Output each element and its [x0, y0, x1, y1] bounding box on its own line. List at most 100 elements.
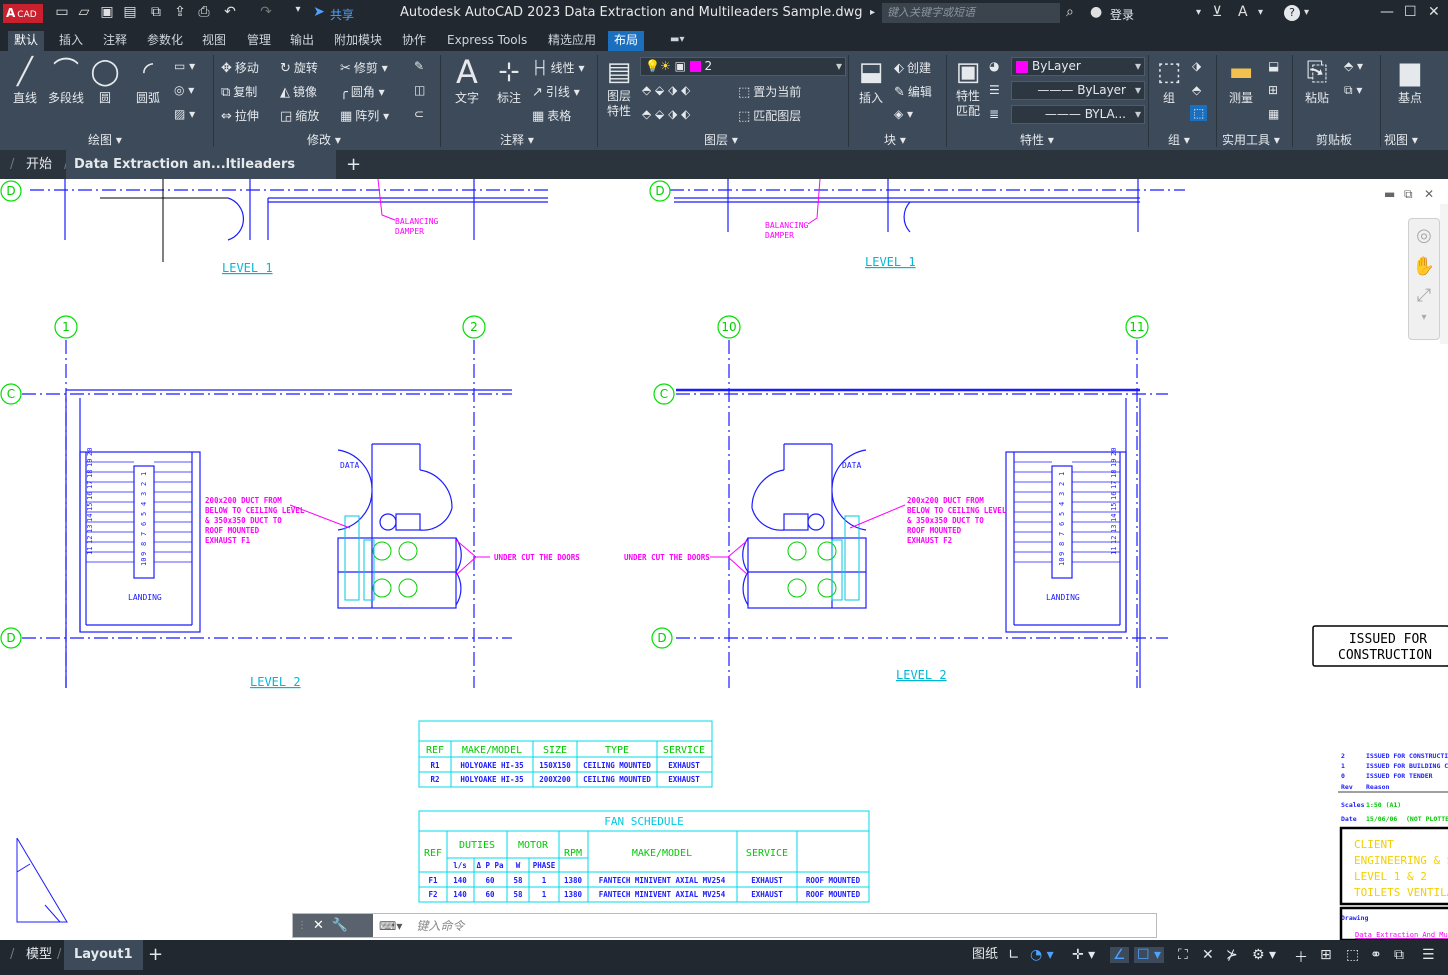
quick-select-icon[interactable]: ⊞	[1268, 83, 1278, 97]
tab-annotate[interactable]: 注释	[97, 31, 133, 51]
dimension-button[interactable]: ⊹ 标注	[490, 55, 528, 106]
lineweight-dropdown[interactable]: ——— BYLA...	[1011, 105, 1145, 124]
color-wheel-icon[interactable]: ◕	[989, 59, 999, 73]
new-tab-button[interactable]: +	[346, 150, 361, 179]
navbar-dropdown-icon[interactable]: ▾	[1409, 312, 1439, 323]
match-layer-button[interactable]: ⬚ 匹配图层	[738, 107, 801, 124]
linetype-icon[interactable]: ☰	[989, 83, 1000, 97]
panel-properties-label[interactable]: 特性 ▾	[1020, 131, 1054, 148]
drawing-tab[interactable]: Data Extraction an...ltileaders Sample*✕	[66, 150, 336, 201]
copy-clip-icon[interactable]: ⧉ ▾	[1344, 83, 1362, 98]
layer-dropdown[interactable]: 💡☀ ▣ 2	[640, 57, 846, 76]
command-grip-icon[interactable]: ⋮	[297, 920, 307, 931]
ungroup-icon[interactable]: ⬗	[1192, 59, 1201, 73]
otrack-icon[interactable]: ∠	[1110, 947, 1129, 963]
tab-express-tools[interactable]: Express Tools	[441, 31, 533, 51]
undo-icon[interactable]: ↶	[220, 4, 240, 20]
drawing-canvas[interactable]: BALANCING DAMPER BALANCING DAMPER LEVEL …	[0, 179, 1448, 940]
search-icon[interactable]: ⌕	[1066, 4, 1074, 20]
linetype-dropdown[interactable]: ——— ByLayer	[1011, 81, 1145, 100]
arc-button[interactable]: ◜ 圆弧	[128, 55, 168, 106]
viewport-close-icon[interactable]: ✕	[1424, 187, 1434, 201]
plot-icon[interactable]: ⎙	[194, 4, 214, 20]
viewport-restore-icon[interactable]: ⧉	[1404, 187, 1413, 202]
save-icon[interactable]: ▣	[97, 4, 117, 20]
leader-button[interactable]: ↗ 引线 ▾	[532, 83, 580, 100]
group-select-icon[interactable]: ⬚	[1190, 105, 1208, 121]
command-input[interactable]: 键入命令	[402, 917, 464, 934]
panel-groups-label[interactable]: 组 ▾	[1168, 131, 1190, 148]
text-button[interactable]: A 文字	[448, 55, 486, 106]
rectangle-icon[interactable]: ▭ ▾	[174, 59, 195, 73]
array-button[interactable]: ▦ 阵列 ▾	[340, 107, 389, 124]
quick-properties-icon[interactable]: ⬚	[1346, 947, 1359, 963]
login-button[interactable]: 登录	[1110, 6, 1134, 23]
fillet-button[interactable]: ╭ 圆角 ▾	[340, 83, 385, 100]
cut-icon[interactable]: ⬘ ▾	[1344, 59, 1363, 73]
redo-icon[interactable]: ↷	[256, 4, 276, 20]
web-mobile-icon[interactable]: ⧉	[146, 4, 166, 20]
ellipse-icon[interactable]: ▨ ▾	[174, 107, 195, 121]
panel-view-label[interactable]: 视图 ▾	[1384, 131, 1418, 148]
block-attribute-icon[interactable]: ◈ ▾	[894, 107, 913, 121]
autocad-logo[interactable]: A CAD	[3, 4, 43, 23]
hatch-icon[interactable]: ◎ ▾	[174, 83, 194, 97]
tab-default[interactable]: 默认	[8, 31, 45, 51]
lock-ui-icon[interactable]: ⚭	[1370, 947, 1382, 963]
new-file-icon[interactable]: ▭	[52, 4, 72, 20]
navigation-bar[interactable]: ◎ ✋ ⤢ ▾	[1408, 218, 1440, 340]
panel-utilities-label[interactable]: 实用工具 ▾	[1222, 131, 1280, 148]
ribbon-display-toggle-icon[interactable]: ▬▾	[664, 31, 690, 51]
maximize-icon[interactable]: ☐	[1404, 4, 1417, 20]
workspace-icon[interactable]: ⊁	[1226, 947, 1238, 963]
mirror-button[interactable]: ◭ 镜像	[280, 83, 317, 100]
edit-block-button[interactable]: ✎ 编辑	[894, 83, 932, 100]
app-dropdown-icon[interactable]: ▾	[1258, 7, 1263, 18]
share-icon[interactable]: ➤	[309, 4, 329, 20]
tab-layout[interactable]: 布局	[608, 31, 645, 51]
polar-icon[interactable]: ◔ ▾	[1030, 947, 1054, 963]
offset-icon[interactable]: ⊂	[414, 107, 424, 121]
tab-insert[interactable]: 插入	[53, 31, 89, 51]
line-button[interactable]: ╱ 直线	[8, 55, 42, 106]
units-icon[interactable]: ⊞	[1320, 947, 1332, 963]
calculator-icon[interactable]: ▦	[1268, 107, 1279, 121]
customize-statusbar-icon[interactable]: ☰	[1422, 947, 1435, 963]
copy-button[interactable]: ⧉ 复制	[221, 83, 257, 100]
stretch-button[interactable]: ⇔ 拉伸	[221, 107, 259, 124]
pan-icon[interactable]: ✋	[1409, 256, 1439, 277]
open-file-icon[interactable]: ▱	[74, 4, 94, 20]
panel-modify-label[interactable]: 修改 ▾	[307, 131, 341, 148]
help-dropdown-icon[interactable]: ▾	[1304, 7, 1309, 18]
erase-icon[interactable]: ✎	[414, 59, 424, 73]
panel-annotation-label[interactable]: 注释 ▾	[500, 131, 534, 148]
tab-parametric[interactable]: 参数化	[141, 31, 189, 51]
scale-button[interactable]: ◲ 缩放	[280, 107, 319, 124]
panel-clipboard-label[interactable]: 剪贴板	[1316, 131, 1352, 148]
share-button[interactable]: 共享	[330, 6, 354, 23]
dropdown-icon[interactable]: ▾	[1196, 7, 1201, 18]
quick-access-dropdown-icon[interactable]: ▾	[288, 4, 308, 15]
panel-block-label[interactable]: 块 ▾	[884, 131, 906, 148]
tab-collaborate[interactable]: 协作	[396, 31, 432, 51]
isolate-objects-icon[interactable]: ⧉	[1394, 947, 1404, 963]
cart-icon[interactable]: ⊻	[1212, 4, 1222, 20]
paper-space-toggle[interactable]: 图纸	[972, 940, 998, 970]
lineweight-icon[interactable]: ≣	[989, 107, 999, 121]
tab-featured-apps[interactable]: 精选应用	[542, 31, 602, 51]
start-tab[interactable]: 开始	[26, 150, 66, 179]
tab-addins[interactable]: 附加模块	[328, 31, 388, 51]
layer-properties-button[interactable]: ▤ 图层 特性	[602, 55, 636, 119]
save-as-icon[interactable]: ▤	[120, 4, 140, 20]
tab-manage[interactable]: 管理	[241, 31, 277, 51]
ortho-icon[interactable]: ∟	[1008, 947, 1020, 963]
annotation-visibility-icon[interactable]: ⛶	[1178, 947, 1188, 963]
zoom-extents-icon[interactable]: ⤢	[1409, 285, 1439, 306]
viewport-minimize-icon[interactable]: ▬	[1384, 187, 1395, 201]
minimize-icon[interactable]: —	[1380, 4, 1394, 20]
command-close-icon[interactable]: ✕	[313, 918, 324, 933]
id-point-icon[interactable]: ⬓	[1268, 59, 1279, 73]
circle-button[interactable]: ◯ 圆	[88, 55, 122, 106]
steering-wheel-icon[interactable]: ◎	[1409, 225, 1439, 246]
make-current-button[interactable]: ⬚ 置为当前	[738, 83, 801, 100]
